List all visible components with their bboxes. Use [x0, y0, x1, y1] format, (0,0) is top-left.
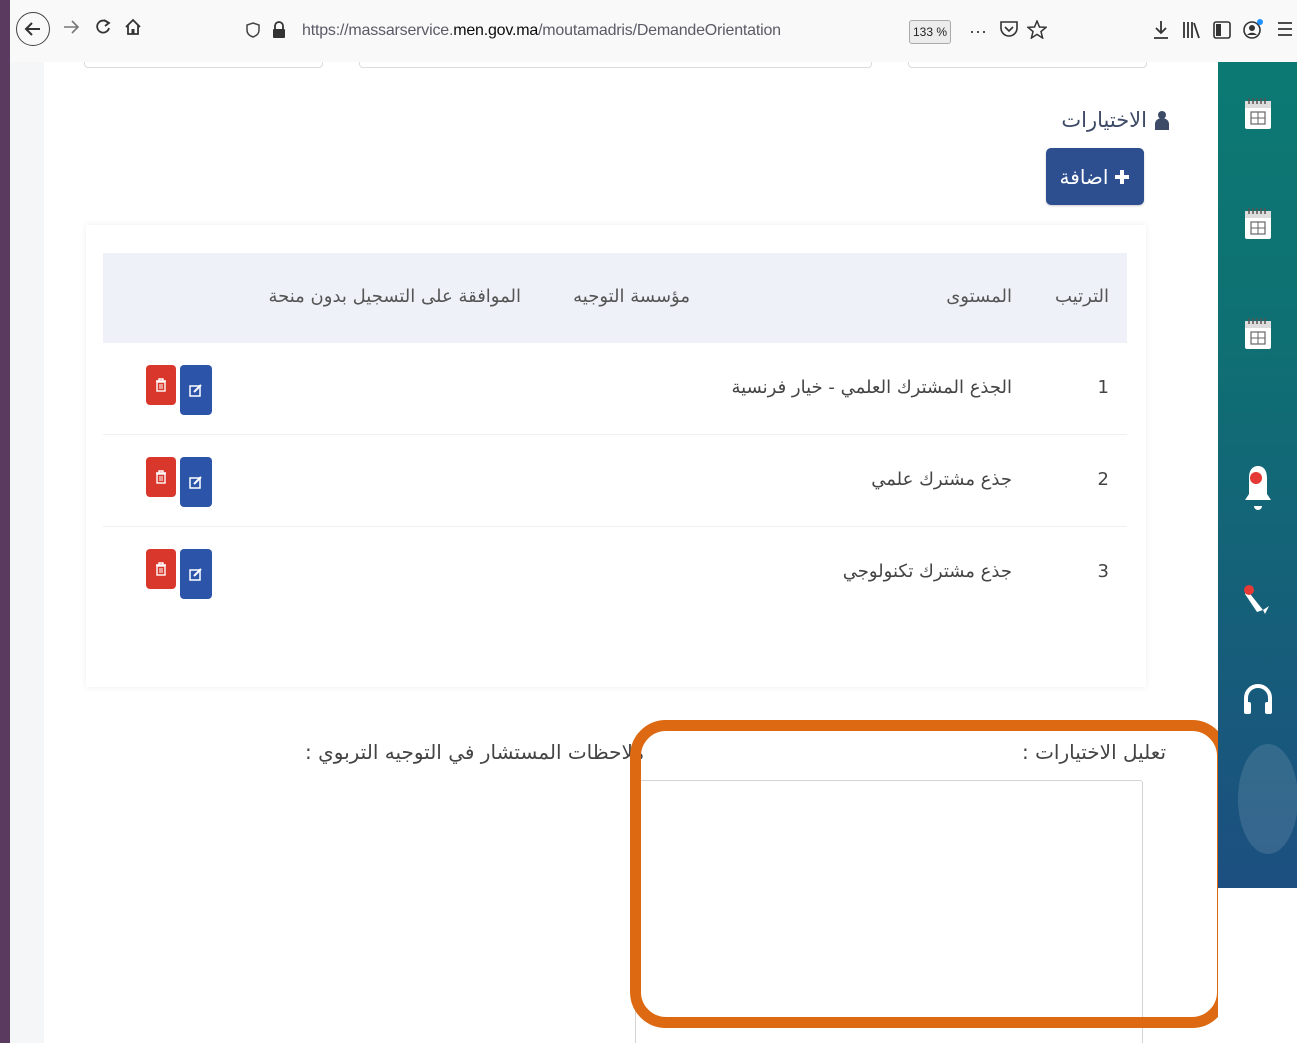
- justification-label: تعليل الاختيارات :: [1022, 740, 1167, 764]
- back-button[interactable]: [16, 12, 50, 46]
- cell-level: جذع مشترك تكنولوجي: [842, 561, 1012, 582]
- sidebar-item-notifications[interactable]: [1218, 462, 1297, 514]
- sidebar-decoration: [1238, 744, 1297, 854]
- browser-toolbar: https://massarservice.men.gov.ma/moutama…: [10, 0, 1297, 63]
- left-margin: [10, 62, 44, 1043]
- reload-button[interactable]: [86, 10, 120, 44]
- forward-button[interactable]: [54, 10, 88, 44]
- previous-field-bottom[interactable]: [908, 62, 1147, 68]
- user-icon: [1155, 111, 1169, 130]
- sidebar-item-support[interactable]: [1218, 682, 1297, 718]
- shield-icon[interactable]: [246, 22, 260, 38]
- edit-icon: [189, 384, 202, 397]
- url-bar[interactable]: https://massarservice.men.gov.ma/moutama…: [232, 12, 1050, 50]
- edit-icon: [189, 568, 202, 581]
- megaphone-icon: [1243, 585, 1269, 614]
- url-text[interactable]: https://massarservice.men.gov.ma/moutama…: [302, 22, 781, 40]
- header-institution: مؤسسة التوجيه: [573, 286, 690, 307]
- table-header: الترتيب المستوى مؤسسة التوجيه الموافقة ع…: [103, 253, 1127, 343]
- add-choice-label: اضافة: [1059, 164, 1109, 189]
- sidebar-item-announcements[interactable]: [1218, 580, 1297, 620]
- reload-icon: [96, 19, 111, 34]
- zoom-level-badge[interactable]: 133 %: [909, 20, 951, 44]
- edit-button[interactable]: [180, 365, 212, 415]
- right-margin: [1218, 888, 1297, 1043]
- account-icon[interactable]: [1242, 18, 1264, 40]
- trash-icon: [156, 470, 166, 484]
- cell-rank: 2: [1097, 469, 1109, 490]
- section-title-text: الاختيارات: [1061, 108, 1147, 132]
- arrow-left-icon: [24, 22, 40, 36]
- edit-button[interactable]: [180, 457, 212, 507]
- sidebar-toggle-icon[interactable]: [1213, 20, 1231, 40]
- trash-icon: [156, 562, 166, 576]
- menu-icon[interactable]: [1276, 20, 1294, 38]
- header-rank: الترتيب: [1055, 286, 1109, 307]
- bookmark-star-icon[interactable]: [1027, 20, 1047, 39]
- add-choice-button[interactable]: اضافة: [1046, 148, 1144, 205]
- cell-rank: 3: [1097, 561, 1109, 582]
- right-sidebar: [1218, 62, 1297, 888]
- browser-window: https://massarservice.men.gov.ma/moutama…: [10, 0, 1297, 1043]
- table-row: 1 الجذع المشترك العلمي - خيار فرنسية: [103, 344, 1127, 435]
- downloads-icon[interactable]: [1152, 20, 1170, 40]
- edit-icon: [189, 476, 202, 489]
- home-icon: [125, 18, 141, 35]
- sidebar-item-calendar[interactable]: [1218, 316, 1297, 350]
- header-approval: الموافقة على التسجيل بدون منحة: [268, 286, 521, 307]
- previous-field-bottom[interactable]: [84, 62, 323, 68]
- delete-button[interactable]: [146, 549, 176, 589]
- headset-icon: [1243, 684, 1272, 714]
- choices-table-card: الترتيب المستوى مؤسسة التوجيه الموافقة ع…: [86, 225, 1146, 687]
- table-row: 2 جذع مشترك علمي: [103, 436, 1127, 527]
- library-icon[interactable]: [1182, 20, 1202, 40]
- delete-button[interactable]: [146, 365, 176, 405]
- page-actions-button[interactable]: ···: [969, 21, 987, 42]
- cell-rank: 1: [1097, 377, 1109, 398]
- sidebar-item-calendar[interactable]: [1218, 96, 1297, 130]
- section-title: الاختيارات: [1061, 108, 1169, 132]
- header-level: المستوى: [946, 286, 1012, 307]
- lock-icon[interactable]: [272, 21, 286, 38]
- bell-icon: [1244, 466, 1271, 510]
- calendar-icon: [1244, 208, 1271, 239]
- sidebar-item-calendar[interactable]: [1218, 206, 1297, 240]
- previous-field-bottom[interactable]: [359, 62, 872, 68]
- edit-button[interactable]: [180, 549, 212, 599]
- table-row: 3 جذع مشترك تكنولوجي: [103, 528, 1127, 618]
- cell-level: جذع مشترك علمي: [871, 469, 1012, 490]
- cell-level: الجذع المشترك العلمي - خيار فرنسية: [731, 377, 1012, 398]
- pocket-icon[interactable]: [999, 20, 1019, 38]
- delete-button[interactable]: [146, 457, 176, 497]
- home-button[interactable]: [116, 10, 150, 44]
- justification-textarea[interactable]: [635, 780, 1143, 1043]
- calendar-icon: [1244, 98, 1271, 129]
- counselor-notes-label: ملاحظات المستشار في التوجيه التربوي :: [305, 740, 645, 764]
- plus-icon: [1115, 169, 1130, 184]
- calendar-icon: [1244, 318, 1271, 349]
- trash-icon: [156, 378, 166, 392]
- arrow-right-icon: [64, 20, 79, 34]
